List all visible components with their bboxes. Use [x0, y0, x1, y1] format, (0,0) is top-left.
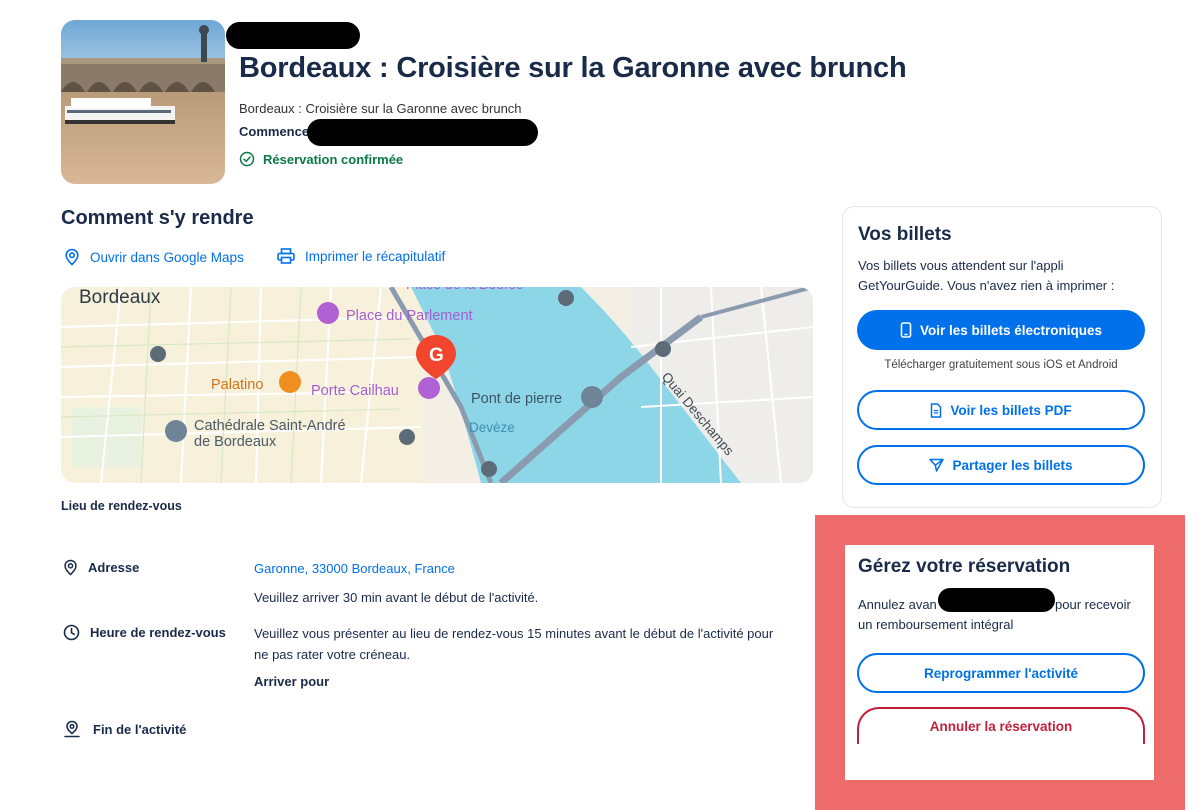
- phone-icon: [900, 322, 912, 338]
- svg-text:G: G: [429, 345, 444, 366]
- svg-text:Devèze: Devèze: [469, 420, 515, 435]
- end-activity-label: Fin de l'activité: [93, 721, 187, 737]
- print-summary-label: Imprimer le récapitulatif: [305, 248, 446, 264]
- share-tickets-button[interactable]: Partager les billets: [857, 445, 1145, 485]
- check-circle-icon: [239, 151, 255, 167]
- cancel-booking-button[interactable]: Annuler la réservation: [857, 707, 1145, 744]
- document-icon: [931, 402, 942, 418]
- manage-text-line-1b: pour recevoir: [1055, 597, 1131, 612]
- status-badge: Réservation confirmée: [239, 151, 403, 167]
- redacted-block: [307, 119, 538, 146]
- start-label: Commence: [239, 124, 310, 139]
- redacted-block: [938, 588, 1055, 612]
- address-label-row: Adresse: [63, 559, 139, 576]
- end-activity-label-row: Fin de l'activité: [63, 720, 186, 738]
- directions-heading: Comment s'y rendre: [61, 207, 254, 229]
- printer-icon: [277, 248, 295, 264]
- location-pin-icon: [64, 559, 77, 576]
- print-summary-link[interactable]: Imprimer le récapitulatif: [277, 248, 445, 264]
- reschedule-label: Reprogrammer l'activité: [923, 665, 1079, 681]
- reschedule-button[interactable]: Reprogrammer l'activité: [857, 653, 1145, 693]
- arrive-note: Veuillez arriver 30 min avant le début d…: [254, 590, 539, 605]
- manage-text-line-2: un remboursement intégral: [858, 617, 1014, 632]
- tickets-title: Vos billets: [858, 224, 952, 245]
- meeting-time-text-line-2: ne pas rater votre créneau.: [254, 647, 411, 662]
- svg-text:Pont de pierre: Pont de pierre: [471, 391, 562, 407]
- activity-thumbnail: [61, 20, 225, 184]
- meeting-time-label: Heure de rendez-vous: [90, 625, 226, 640]
- svg-text:Bordeaux: Bordeaux: [79, 287, 161, 308]
- view-pdf-tickets-button[interactable]: Voir les billets PDF: [857, 390, 1145, 430]
- clock-icon: [63, 624, 80, 641]
- svg-text:Porte Cailhau: Porte Cailhau: [311, 383, 399, 399]
- svg-text:Place de la Bourse: Place de la Bourse: [406, 287, 524, 292]
- meeting-point-label: Lieu de rendez-vous: [61, 499, 182, 513]
- share-tickets-label: Partager les billets: [952, 457, 1073, 473]
- meeting-time-label-row: Heure de rendez-vous: [63, 624, 226, 641]
- send-icon: [929, 458, 945, 472]
- svg-text:Cathédrale Saint-André: Cathédrale Saint-André: [194, 418, 346, 434]
- view-pdf-tickets-label: Voir les billets PDF: [950, 402, 1072, 418]
- page-title: Bordeaux : Croisière sur la Garonne avec…: [239, 52, 907, 84]
- status-text: Réservation confirmée: [263, 151, 404, 167]
- view-electronic-tickets-label: Voir les billets électroniques: [919, 322, 1103, 338]
- address-link[interactable]: Garonne, 33000 Bordeaux, France: [254, 558, 455, 579]
- svg-text:Palatino: Palatino: [211, 377, 263, 393]
- meeting-time-text-line-1: Veuillez vous présenter au lieu de rende…: [254, 626, 774, 641]
- download-app-note: Télécharger gratuitement sous iOS et And…: [884, 359, 1118, 371]
- activity-subtitle: Bordeaux : Croisière sur la Garonne avec…: [239, 101, 522, 116]
- arrive-for-label: Arriver pour: [254, 674, 330, 689]
- redacted-block: [226, 22, 360, 49]
- address-label: Adresse: [88, 560, 140, 575]
- manage-text-line-1a: Annulez avan: [858, 597, 937, 612]
- cancel-booking-label: Annuler la réservation: [929, 719, 1073, 734]
- open-google-maps-link[interactable]: Ouvrir dans Google Maps: [64, 248, 244, 266]
- tickets-text-line-1: Vos billets vous attendent sur l'appli: [858, 258, 1064, 273]
- manage-booking-title: Gérez votre réservation: [858, 556, 1071, 577]
- open-google-maps-label: Ouvrir dans Google Maps: [90, 249, 244, 265]
- map-pin-user-icon: [64, 720, 80, 738]
- view-electronic-tickets-button[interactable]: Voir les billets électroniques: [857, 310, 1145, 350]
- location-pin-icon: [65, 248, 79, 266]
- svg-text:Place du Parlement: Place du Parlement: [346, 308, 473, 324]
- map-view[interactable]: Bordeaux Place de la Bourse Place du Par…: [61, 287, 813, 483]
- svg-text:de Bordeaux: de Bordeaux: [194, 434, 277, 450]
- tickets-text-line-2: GetYourGuide. Vous n'avez rien à imprime…: [858, 278, 1115, 293]
